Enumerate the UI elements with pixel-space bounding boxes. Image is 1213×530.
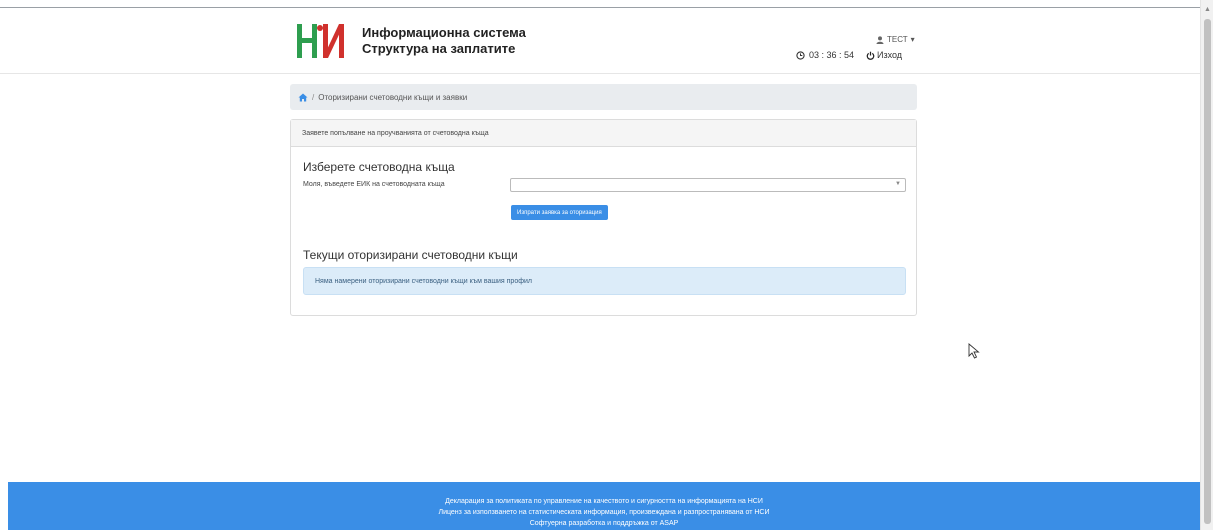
empty-list-alert: Няма намерени оторизирани счетоводни къщ… [303,267,906,295]
logout-label: Изход [877,50,903,60]
select-section-title: Изберете счетоводна къща [303,160,455,174]
app-title: Информационна система Структура на запла… [362,25,526,57]
card-header: Заявете попълване на проучванията от сче… [291,120,916,147]
nsi-logo[interactable] [296,22,346,60]
accounting-house-select[interactable]: ▼ [510,178,906,192]
chevron-down-icon: ▾ [910,35,915,44]
vertical-scrollbar[interactable]: ▲ [1200,0,1213,530]
footer-developer-link[interactable]: Софтуерна разработка и поддръжка от ASAP [8,518,1200,529]
footer-quality-policy-link[interactable]: Декларация за политиката по управление н… [8,496,1200,507]
current-section-title: Текущи оторизирани счетоводни къщи [303,248,518,262]
logout-link[interactable]: Изход [866,50,902,60]
scroll-up-icon[interactable]: ▲ [1203,6,1212,14]
user-name: ТЕСТ [887,35,908,44]
user-icon [876,35,884,44]
app-title-line1: Информационна система [362,25,526,40]
clock-icon [796,50,805,60]
session-timer: 03 : 36 : 54 [796,50,854,60]
scrollbar-thumb[interactable] [1204,19,1211,524]
page-footer: Декларация за политиката по управление н… [8,482,1200,530]
mouse-cursor-icon [968,343,980,359]
breadcrumb-current: Оторизирани счетоводни къщи и заявки [318,92,468,102]
page-header: Информационна система Структура на запла… [0,8,1200,74]
chevron-down-icon: ▼ [895,181,901,187]
authorization-card: Заявете попълване на проучванията от сче… [290,119,917,316]
home-icon[interactable] [298,93,308,102]
power-icon [866,51,875,60]
breadcrumb: / Оторизирани счетоводни къщи и заявки [290,84,917,110]
app-title-line2: Структура на заплатите [362,41,516,56]
breadcrumb-separator: / [312,92,315,102]
eik-label: Моля, въведете ЕИК на счетоводната къща [303,181,445,188]
timer-value: 03 : 36 : 54 [809,50,855,60]
send-authorization-request-button[interactable]: Изпрати заявка за оторизация [511,205,608,220]
user-menu[interactable]: ТЕСТ ▾ [876,35,915,44]
footer-license-link[interactable]: Лиценз за използването на статистическат… [8,507,1200,518]
